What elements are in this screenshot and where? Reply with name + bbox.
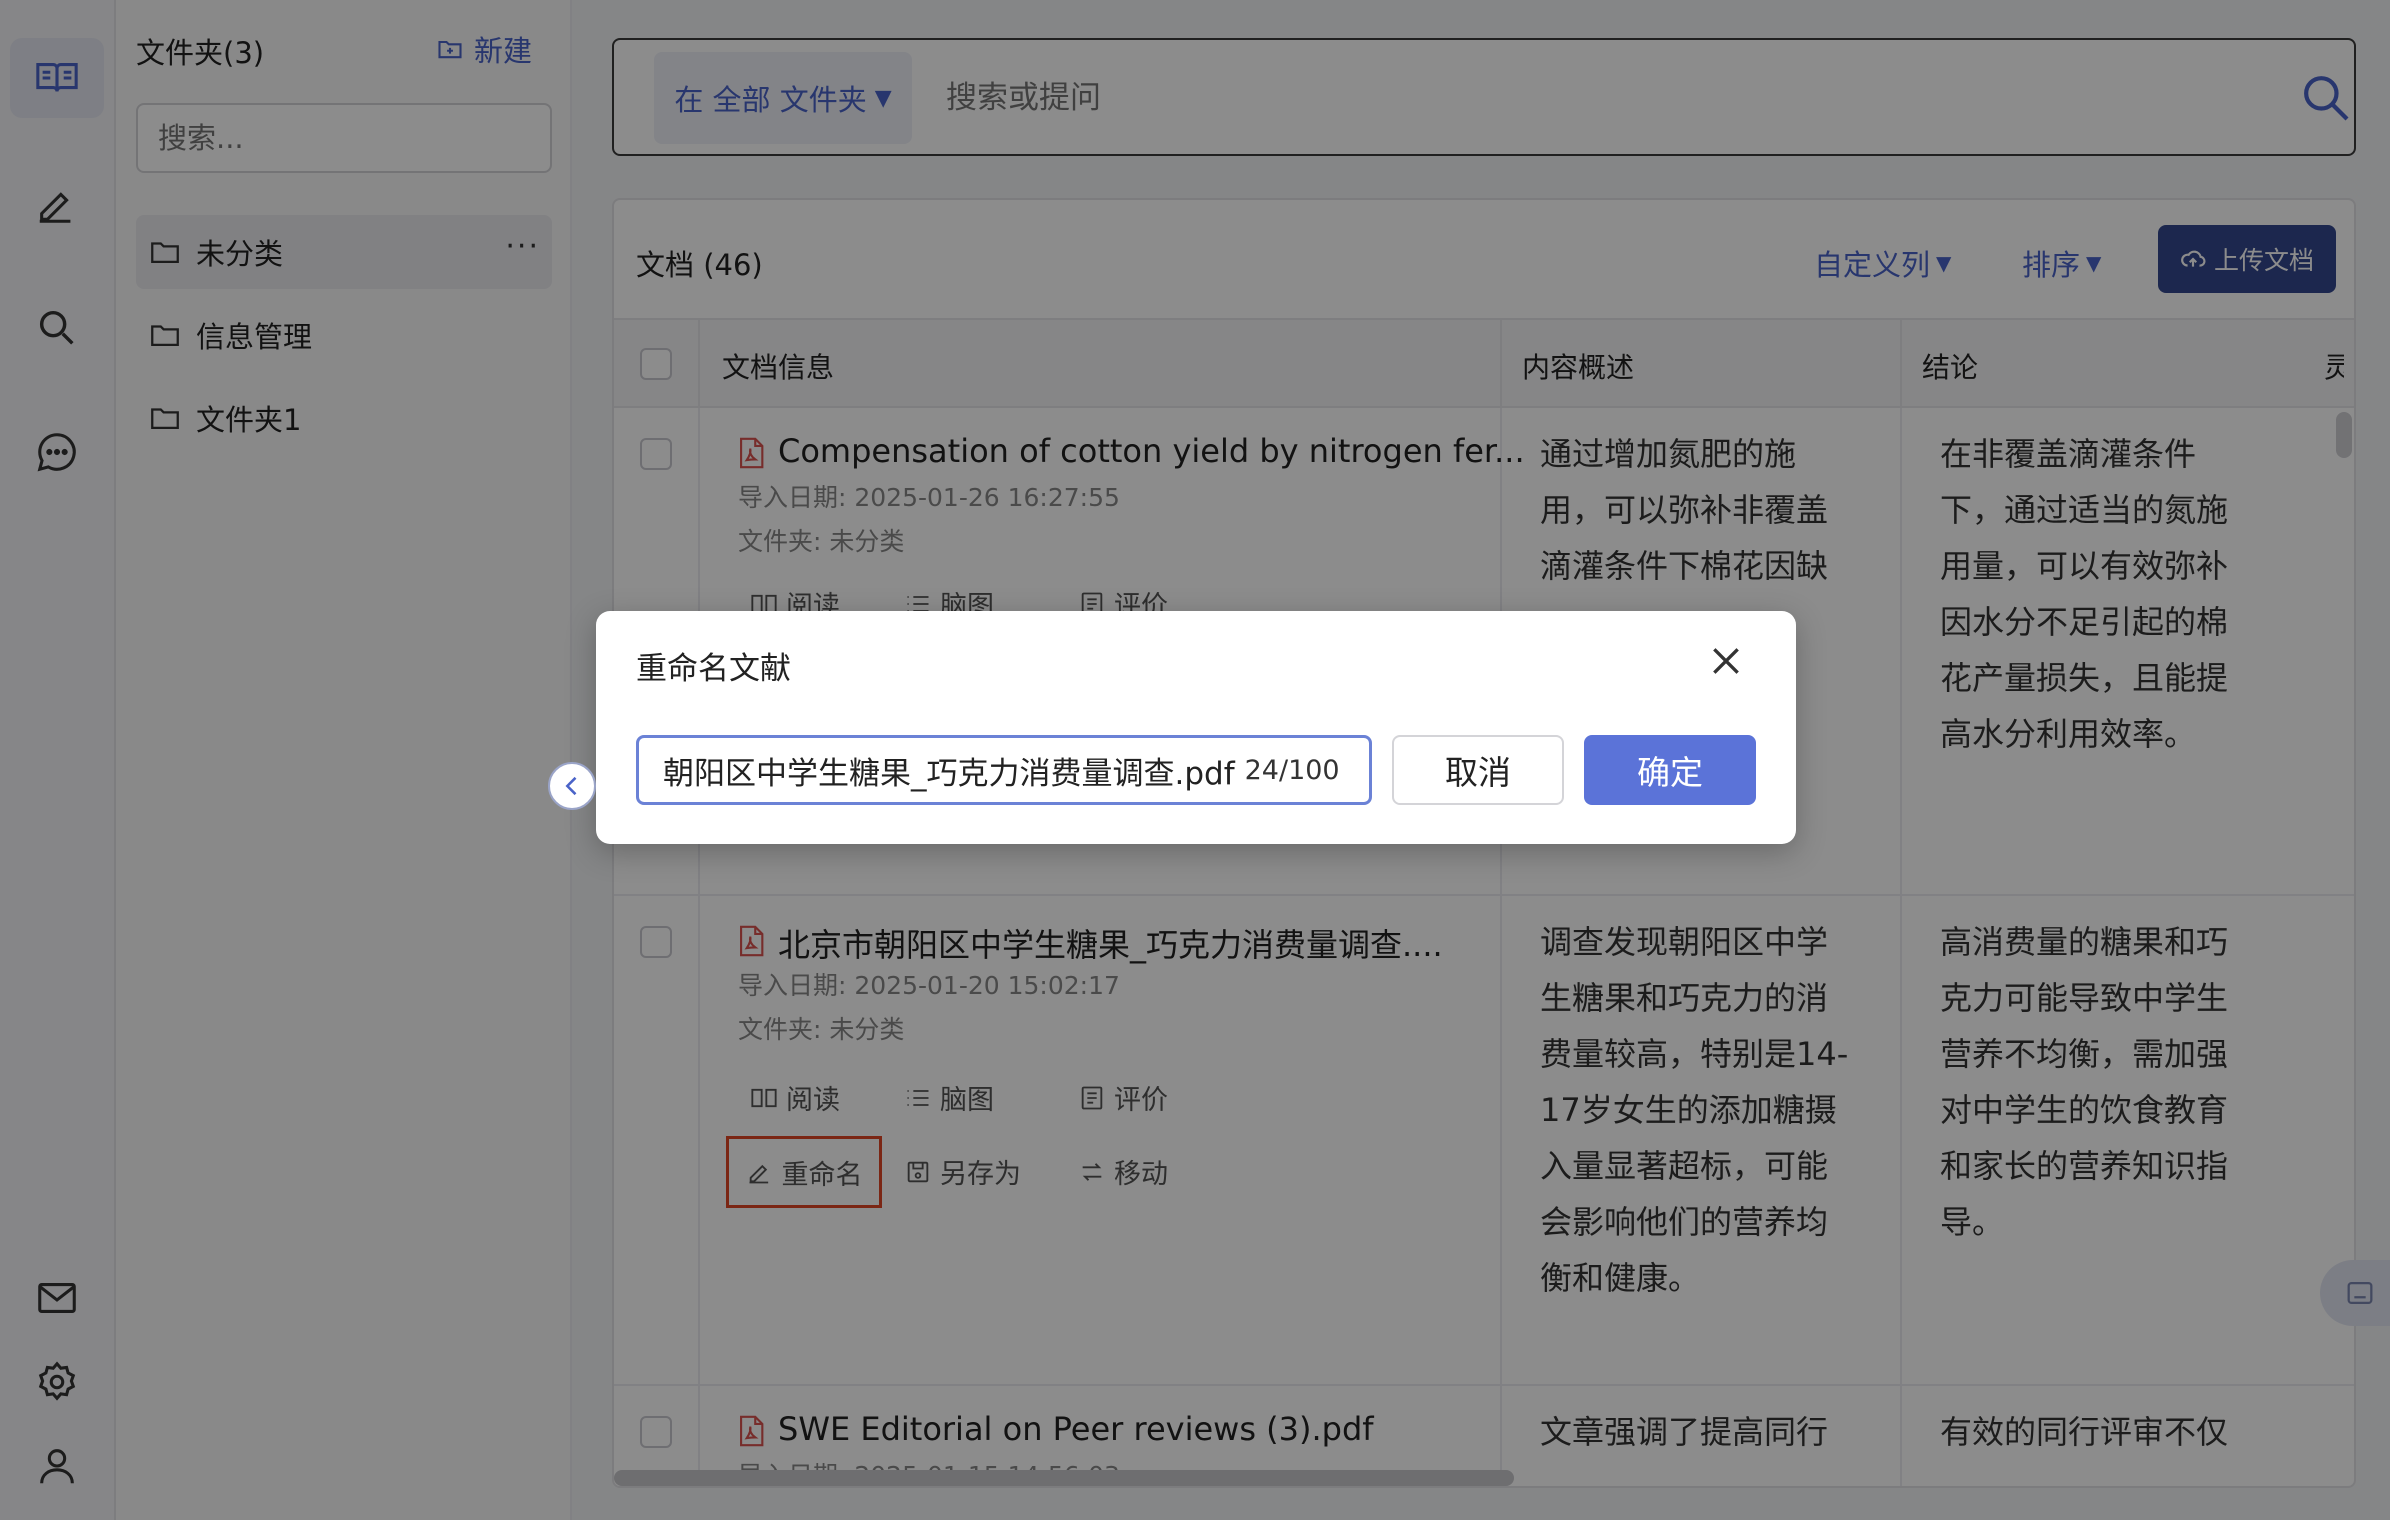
- close-icon[interactable]: [1706, 641, 1746, 681]
- cancel-button-label: 取消: [1445, 753, 1511, 792]
- rename-input[interactable]: 朝阳区中学生糖果_巧克力消费量调查.pdf 24/100: [636, 735, 1372, 805]
- chevron-left-icon: [565, 776, 577, 796]
- confirm-button-label: 确定: [1637, 753, 1703, 792]
- collapse-panel-button[interactable]: [548, 762, 596, 810]
- char-count: 24/100: [1244, 754, 1340, 786]
- confirm-button[interactable]: 确定: [1584, 735, 1756, 805]
- rename-dialog: 重命名文献 朝阳区中学生糖果_巧克力消费量调查.pdf 24/100 取消 确定: [596, 611, 1796, 844]
- dialog-title: 重命名文献: [636, 651, 791, 687]
- cancel-button[interactable]: 取消: [1392, 735, 1564, 805]
- rename-input-value: 朝阳区中学生糖果_巧克力消费量调查.pdf: [663, 755, 1235, 792]
